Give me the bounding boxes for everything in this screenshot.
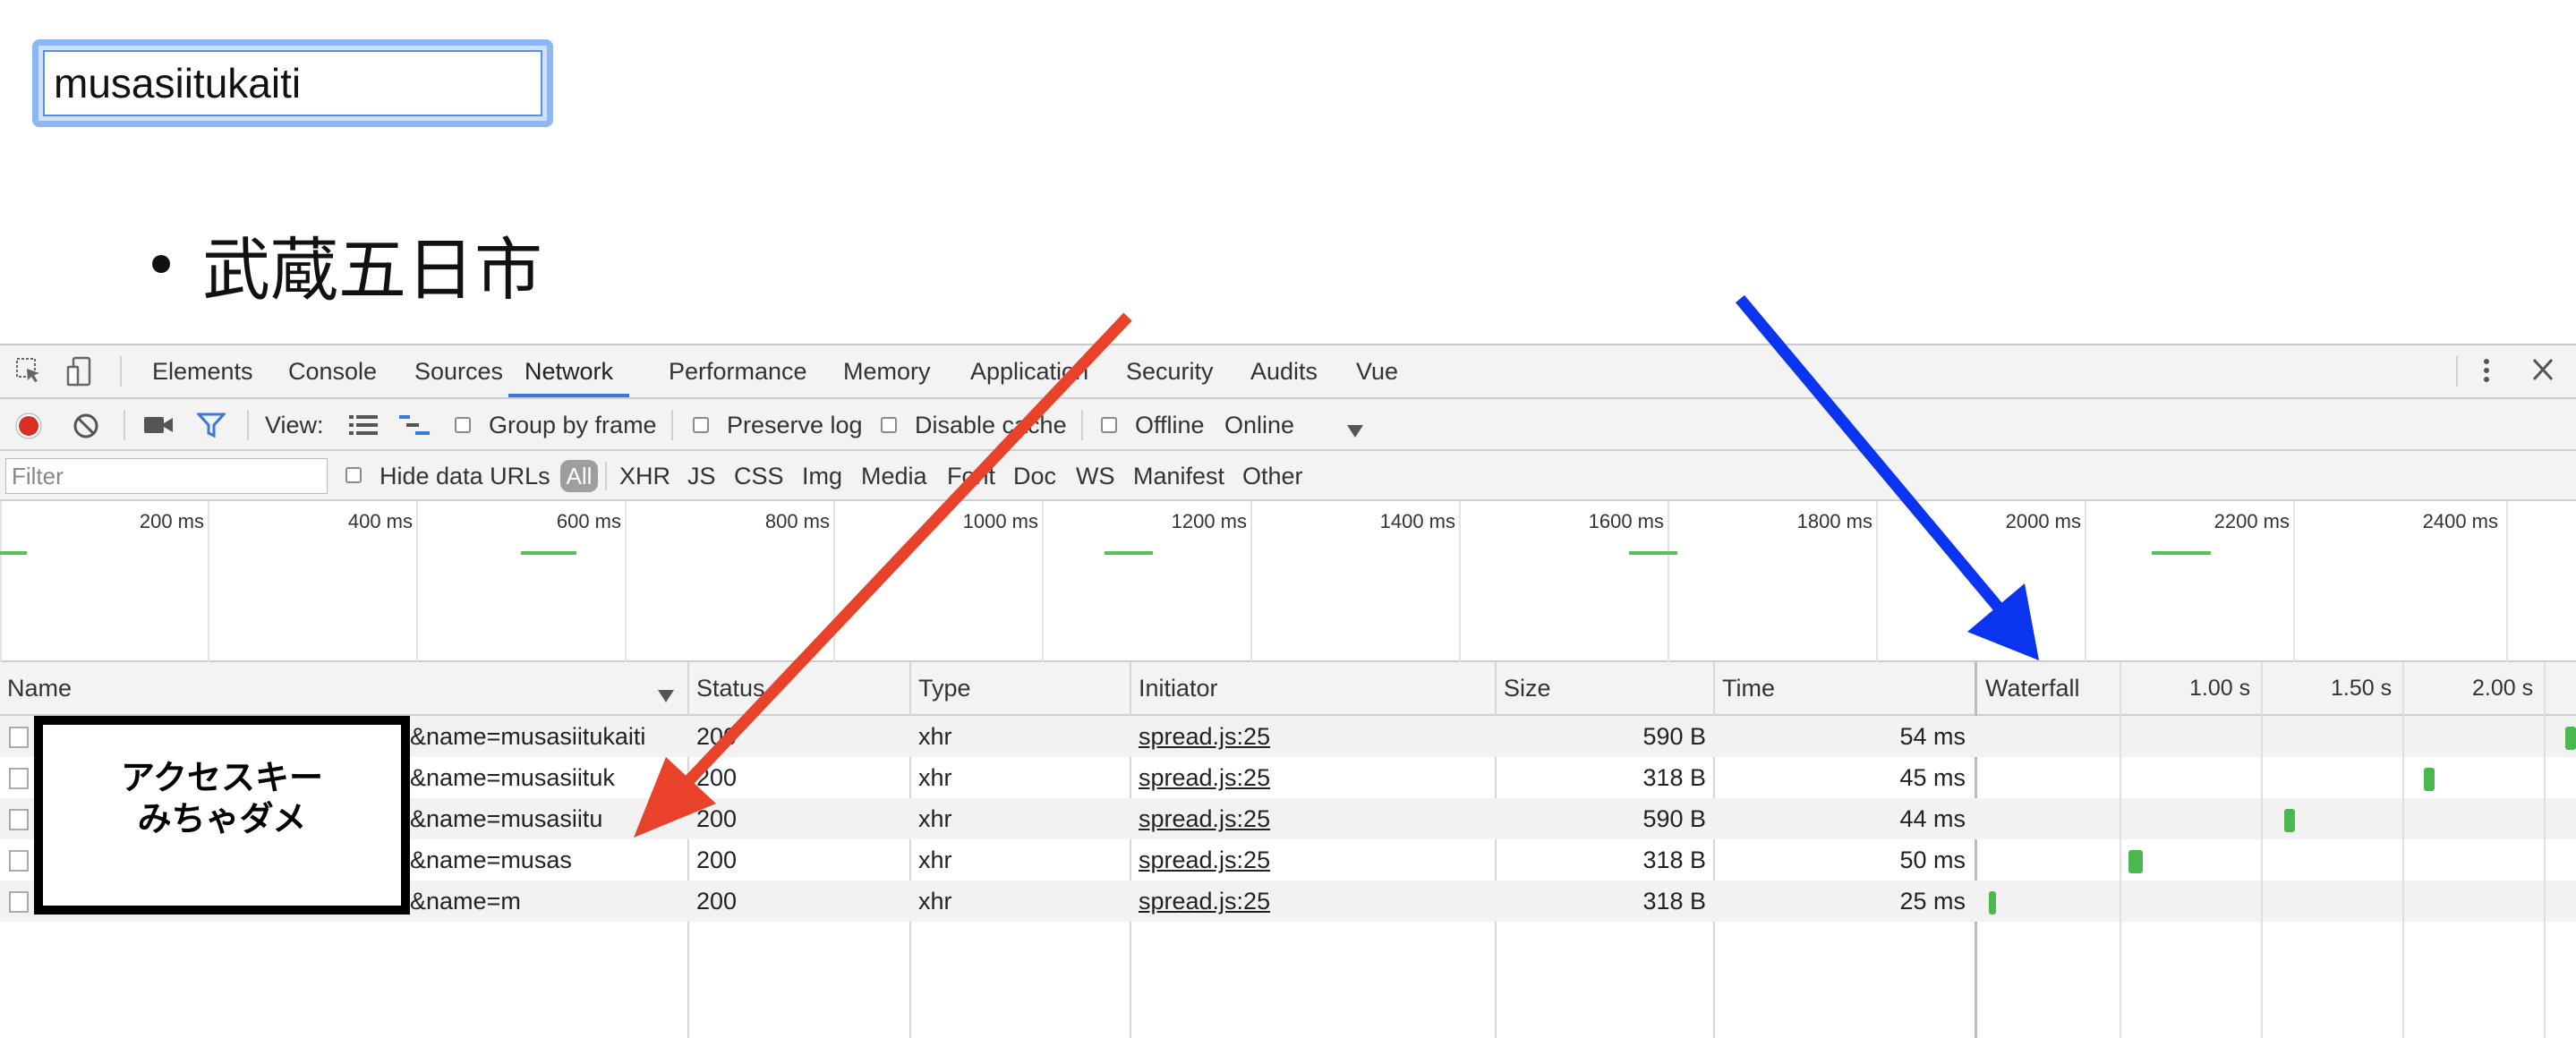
annotation-arrows: [634, 294, 2039, 838]
red-arrow-shaft: [685, 312, 1132, 785]
blue-arrow-head: [1967, 583, 2039, 660]
blue-arrow-shaft: [1736, 294, 2002, 611]
